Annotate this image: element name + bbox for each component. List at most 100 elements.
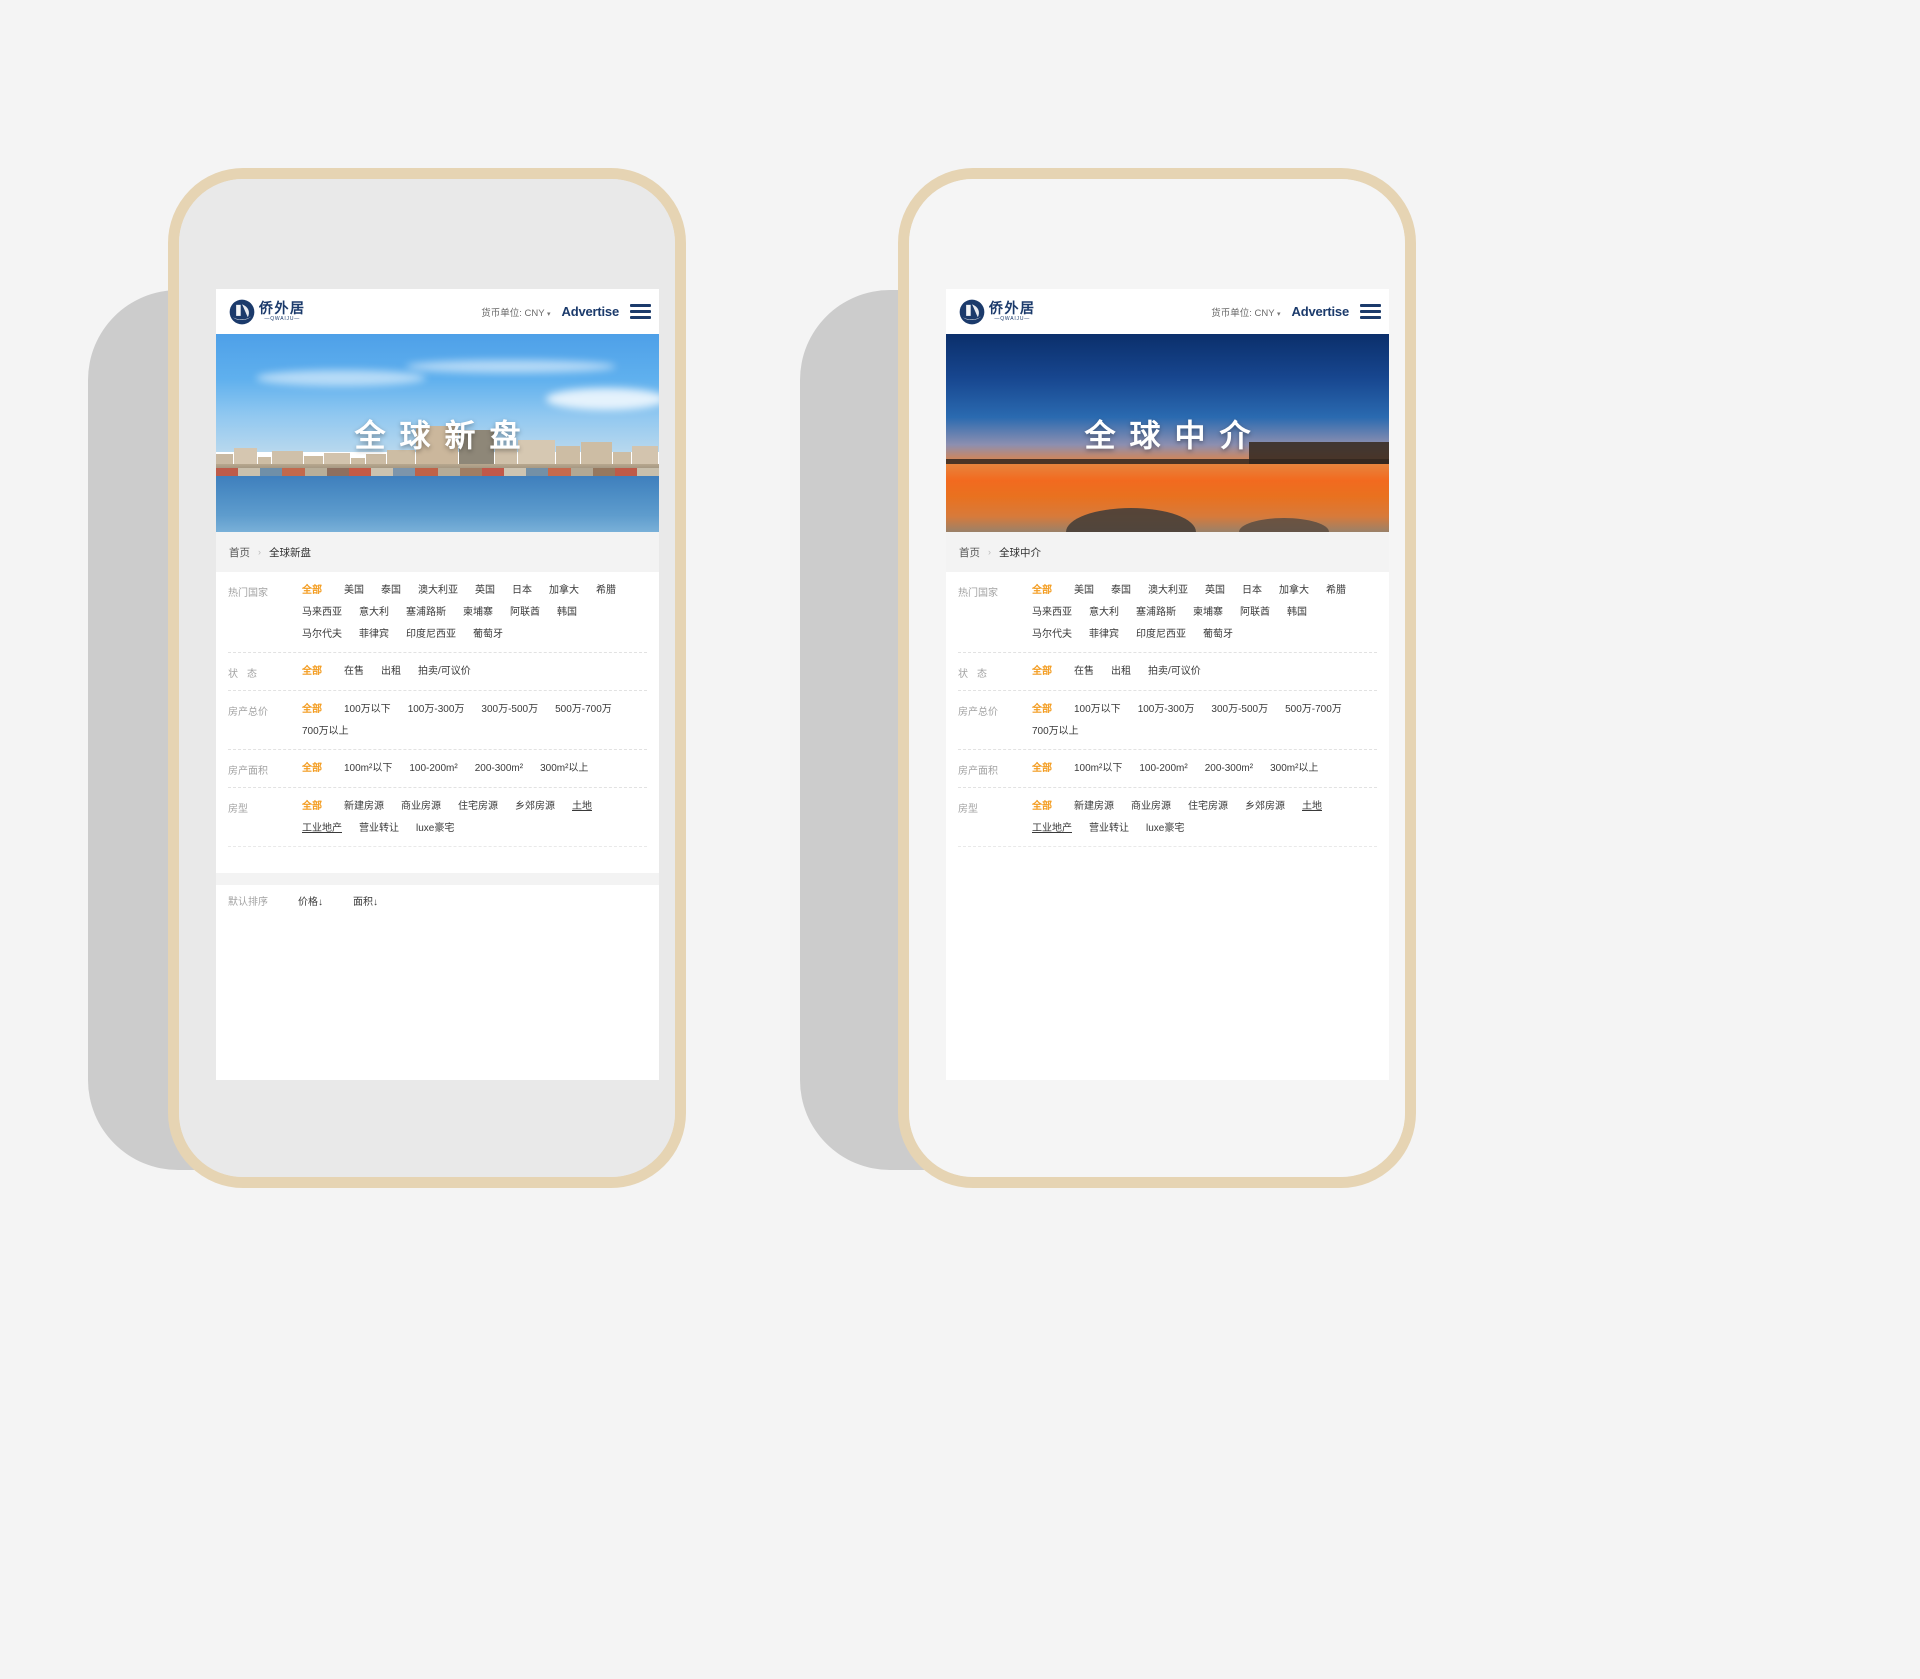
filter-option[interactable]: 工业地产 [1032,821,1072,836]
filter-option[interactable]: 营业转让 [1089,821,1129,836]
filter-option[interactable]: 葡萄牙 [1203,627,1233,642]
filter-option[interactable]: 300万-500万 [481,702,538,717]
filter-option[interactable]: 马尔代夫 [302,627,342,642]
hamburger-menu-icon[interactable] [630,304,651,319]
filter-option-selected[interactable]: 全部 [1032,664,1052,680]
filter-option[interactable]: 意大利 [1089,605,1119,620]
filter-option[interactable]: 加拿大 [549,583,579,598]
sort-option-price[interactable]: 价格↓ [298,893,323,908]
site-logo[interactable]: 侨外居 —QWAIJU— [229,299,306,325]
filter-option[interactable]: 柬埔寨 [1193,605,1223,620]
filter-option[interactable]: 印度尼西亚 [406,627,456,642]
filter-option[interactable]: 200-300m² [475,761,523,777]
filter-row: 状态 全部 在售 出租 拍卖/可议价 [228,653,647,691]
filter-option[interactable]: 澳大利亚 [418,583,458,598]
filter-option[interactable]: 工业地产 [302,821,342,836]
filter-option-selected[interactable]: 全部 [1032,702,1052,717]
currency-label: 货币单位: CNY [1211,307,1275,319]
filter-option[interactable]: 100万-300万 [408,702,465,717]
filter-option[interactable]: 在售 [344,664,364,680]
filter-option[interactable]: 阿联酋 [1240,605,1270,620]
filter-option[interactable]: 商业房源 [1131,799,1171,814]
filter-option-selected[interactable]: 全部 [302,702,322,717]
filter-option[interactable]: 100m²以下 [344,761,392,777]
filter-option[interactable]: 意大利 [359,605,389,620]
filter-option[interactable]: 拍卖/可议价 [418,664,471,680]
filter-option[interactable]: 美国 [344,583,364,598]
filter-option[interactable]: 马来西亚 [302,605,342,620]
filter-option-selected[interactable]: 全部 [1032,583,1052,598]
breadcrumb-home[interactable]: 首页 [229,545,250,560]
filter-option[interactable]: 希腊 [596,583,616,598]
filter-option[interactable]: 阿联酋 [510,605,540,620]
filter-option[interactable]: 700万以上 [302,724,349,739]
filter-option[interactable]: 300m²以上 [1270,761,1318,777]
filter-option[interactable]: 商业房源 [401,799,441,814]
filter-option[interactable]: 出租 [381,664,401,680]
breadcrumb-home[interactable]: 首页 [959,545,980,560]
filter-option[interactable]: 拍卖/可议价 [1148,664,1201,680]
filter-option[interactable]: 澳大利亚 [1148,583,1188,598]
filter-option[interactable]: 希腊 [1326,583,1346,598]
filter-option[interactable]: 马来西亚 [1032,605,1072,620]
currency-selector[interactable]: 货币单位: CNY ▾ [1211,305,1280,319]
sort-option-area[interactable]: 面积↓ [353,893,378,908]
filter-option[interactable]: 日本 [512,583,532,598]
advertise-link[interactable]: Advertise [562,304,620,319]
filter-option[interactable]: 英国 [1205,583,1225,598]
filter-option[interactable]: 100万-300万 [1138,702,1195,717]
advertise-link[interactable]: Advertise [1292,304,1350,319]
filter-option[interactable]: 加拿大 [1279,583,1309,598]
filter-option-selected[interactable]: 全部 [302,664,322,680]
filter-option[interactable]: 塞浦路斯 [406,605,446,620]
filter-option[interactable]: 乡郊房源 [515,799,555,814]
filter-option[interactable]: 韩国 [557,605,577,620]
filter-option[interactable]: 700万以上 [1032,724,1079,739]
filter-option[interactable]: 乡郊房源 [1245,799,1285,814]
filter-option[interactable]: 300m²以上 [540,761,588,777]
filter-option[interactable]: 泰国 [1111,583,1131,598]
filter-option[interactable]: 葡萄牙 [473,627,503,642]
filter-option[interactable]: 英国 [475,583,495,598]
filter-option[interactable]: 100m²以下 [1074,761,1122,777]
filter-option[interactable]: 500万-700万 [1285,702,1342,717]
currency-selector[interactable]: 货币单位: CNY ▾ [481,305,550,319]
filter-option[interactable]: 泰国 [381,583,401,598]
filter-option[interactable]: 200-300m² [1205,761,1253,777]
filter-option[interactable]: 韩国 [1287,605,1307,620]
filter-option[interactable]: 出租 [1111,664,1131,680]
filter-option[interactable]: 新建房源 [344,799,384,814]
filter-option[interactable]: 住宅房源 [458,799,498,814]
filter-option[interactable]: 印度尼西亚 [1136,627,1186,642]
filter-option[interactable]: 日本 [1242,583,1262,598]
filter-option[interactable]: 美国 [1074,583,1094,598]
filter-option[interactable]: 塞浦路斯 [1136,605,1176,620]
filter-option[interactable]: 100-200m² [409,761,457,777]
filter-option[interactable]: 土地 [1302,799,1322,814]
filter-option-selected[interactable]: 全部 [1032,761,1052,777]
filter-option[interactable]: 300万-500万 [1211,702,1268,717]
filter-option-selected[interactable]: 全部 [302,583,322,598]
filter-option[interactable]: 100-200m² [1139,761,1187,777]
filter-option-selected[interactable]: 全部 [302,761,322,777]
chevron-right-icon: › [258,547,261,557]
filter-option-selected[interactable]: 全部 [302,799,322,814]
filter-option[interactable]: 营业转让 [359,821,399,836]
filter-row-label: 状态 [228,669,266,680]
filter-option[interactable]: 100万以下 [344,702,391,717]
filter-option[interactable]: 柬埔寨 [463,605,493,620]
hamburger-menu-icon[interactable] [1360,304,1381,319]
filter-option[interactable]: 500万-700万 [555,702,612,717]
filter-option[interactable]: 马尔代夫 [1032,627,1072,642]
filter-option[interactable]: 100万以下 [1074,702,1121,717]
filter-option[interactable]: luxe豪宅 [416,821,454,836]
filter-option[interactable]: 住宅房源 [1188,799,1228,814]
filter-option[interactable]: 土地 [572,799,592,814]
site-logo[interactable]: 侨外居 —QWAIJU— [959,299,1036,325]
filter-option[interactable]: luxe豪宅 [1146,821,1184,836]
filter-option[interactable]: 在售 [1074,664,1094,680]
filter-option-selected[interactable]: 全部 [1032,799,1052,814]
filter-option[interactable]: 菲律宾 [1089,627,1119,642]
filter-option[interactable]: 菲律宾 [359,627,389,642]
filter-option[interactable]: 新建房源 [1074,799,1114,814]
